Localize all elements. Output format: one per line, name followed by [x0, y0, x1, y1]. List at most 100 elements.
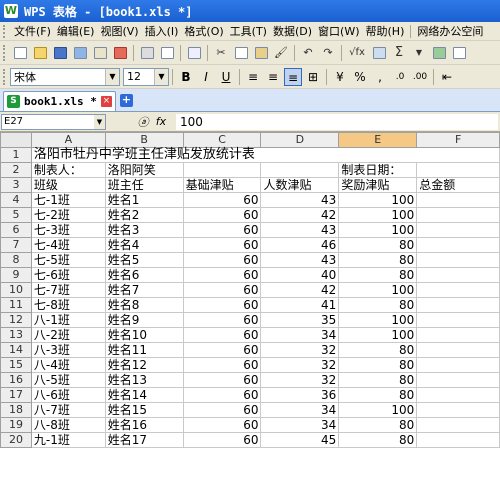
column-header-e[interactable]: E	[338, 132, 418, 148]
total-cell[interactable]	[416, 387, 500, 403]
bonus-allowance-cell[interactable]: 100	[338, 222, 418, 238]
bonus-allowance-cell[interactable]: 80	[338, 267, 418, 283]
headcount-allowance-cell[interactable]: 41	[260, 297, 340, 313]
row-header[interactable]: 17	[0, 387, 32, 403]
teacher-cell[interactable]: 姓名1	[104, 192, 184, 208]
total-cell[interactable]	[416, 297, 500, 313]
row-header[interactable]: 20	[0, 432, 32, 448]
row-header[interactable]: 13	[0, 327, 32, 343]
class-cell[interactable]: 八-6班	[30, 387, 106, 403]
headcount-allowance-cell[interactable]: 32	[260, 342, 340, 358]
maker-name-cell[interactable]: 洛阳阿笑	[104, 162, 184, 178]
bonus-allowance-cell[interactable]: 100	[338, 327, 418, 343]
header-cell-teacher[interactable]: 班主任	[104, 177, 184, 193]
toolbar-grip-icon[interactable]	[3, 68, 7, 85]
row-header[interactable]: 5	[0, 207, 32, 223]
teacher-cell[interactable]: 姓名11	[104, 342, 184, 358]
bonus-allowance-cell[interactable]: 100	[338, 402, 418, 418]
total-cell[interactable]	[416, 342, 500, 358]
class-cell[interactable]: 七-1班	[30, 192, 106, 208]
menu-file[interactable]: 文件(F)	[11, 23, 54, 39]
date-label-cell[interactable]: 制表日期：	[338, 162, 418, 178]
base-allowance-cell[interactable]: 60	[182, 237, 262, 253]
base-allowance-cell[interactable]: 60	[182, 282, 262, 298]
bonus-allowance-cell[interactable]: 80	[338, 357, 418, 373]
headcount-allowance-cell[interactable]: 43	[260, 192, 340, 208]
bonus-allowance-cell[interactable]: 80	[338, 237, 418, 253]
total-cell[interactable]	[416, 402, 500, 418]
copy-icon[interactable]	[232, 44, 250, 62]
row-header[interactable]: 14	[0, 342, 32, 358]
row-header[interactable]: 18	[0, 402, 32, 418]
menu-window[interactable]: 窗口(W)	[315, 23, 362, 39]
header-cell-bonus[interactable]: 奖励津贴	[338, 177, 418, 193]
total-cell[interactable]	[416, 207, 500, 223]
menu-edit[interactable]: 编辑(E)	[54, 23, 98, 39]
base-allowance-cell[interactable]: 60	[182, 252, 262, 268]
bonus-allowance-cell[interactable]: 100	[338, 192, 418, 208]
teacher-cell[interactable]: 姓名7	[104, 282, 184, 298]
cut-icon[interactable]: ✂	[212, 44, 230, 62]
menu-help[interactable]: 帮助(H)	[363, 23, 408, 39]
spell-check-icon[interactable]	[185, 44, 203, 62]
column-header-d[interactable]: D	[260, 132, 340, 148]
header-cell-total[interactable]: 总金额	[416, 177, 500, 193]
print-icon[interactable]	[138, 44, 156, 62]
decrease-indent-icon[interactable]: ⇤	[438, 68, 456, 86]
tab-book1[interactable]: S book1.xls * ×	[3, 91, 116, 111]
total-cell[interactable]	[416, 282, 500, 298]
headcount-allowance-cell[interactable]: 35	[260, 312, 340, 328]
increase-decimal-icon[interactable]: .0	[391, 68, 409, 86]
font-name-select[interactable]: 宋体 ▼	[10, 67, 120, 86]
maker-label-cell[interactable]: 制表人：	[30, 162, 106, 178]
base-allowance-cell[interactable]: 60	[182, 312, 262, 328]
teacher-cell[interactable]: 姓名8	[104, 297, 184, 313]
class-cell[interactable]: 八-8班	[30, 417, 106, 433]
autosum-dropdown-icon[interactable]: ▼	[410, 44, 428, 62]
headcount-allowance-cell[interactable]: 43	[260, 222, 340, 238]
headcount-allowance-cell[interactable]: 32	[260, 357, 340, 373]
align-center-icon[interactable]: ≡	[264, 68, 282, 86]
menu-view[interactable]: 视图(V)	[97, 23, 141, 39]
class-cell[interactable]: 七-7班	[30, 282, 106, 298]
class-cell[interactable]: 七-5班	[30, 252, 106, 268]
search-function-icon[interactable]: ⓐ	[134, 114, 152, 130]
teacher-cell[interactable]: 姓名10	[104, 327, 184, 343]
row-header[interactable]: 1	[0, 147, 32, 163]
headcount-allowance-cell[interactable]: 34	[260, 402, 340, 418]
class-cell[interactable]: 七-2班	[30, 207, 106, 223]
align-right-icon[interactable]: ≡	[284, 67, 302, 86]
teacher-cell[interactable]: 姓名3	[104, 222, 184, 238]
headcount-allowance-cell[interactable]: 34	[260, 327, 340, 343]
class-cell[interactable]: 八-7班	[30, 402, 106, 418]
base-allowance-cell[interactable]: 60	[182, 342, 262, 358]
headcount-allowance-cell[interactable]: 43	[260, 252, 340, 268]
toolbar-grip-icon[interactable]	[3, 44, 7, 61]
sort-icon[interactable]	[370, 44, 388, 62]
total-cell[interactable]	[416, 327, 500, 343]
teacher-cell[interactable]: 姓名14	[104, 387, 184, 403]
headcount-allowance-cell[interactable]: 45	[260, 432, 340, 448]
base-allowance-cell[interactable]: 60	[182, 207, 262, 223]
row-header[interactable]: 3	[0, 177, 32, 193]
class-cell[interactable]: 八-3班	[30, 342, 106, 358]
teacher-cell[interactable]: 姓名4	[104, 237, 184, 253]
select-all-corner[interactable]	[0, 132, 32, 148]
column-header-f[interactable]: F	[416, 132, 500, 148]
insert-function-button[interactable]: fx	[152, 115, 170, 128]
base-allowance-cell[interactable]: 60	[182, 297, 262, 313]
mail-icon[interactable]	[91, 44, 109, 62]
class-cell[interactable]: 七-3班	[30, 222, 106, 238]
total-cell[interactable]	[416, 372, 500, 388]
bonus-allowance-cell[interactable]: 80	[338, 342, 418, 358]
redo-icon[interactable]: ↷	[319, 44, 337, 62]
thousands-separator-button[interactable]: ,	[371, 68, 389, 86]
class-cell[interactable]: 八-1班	[30, 312, 106, 328]
merge-center-icon[interactable]: ⊞	[304, 68, 322, 86]
row-header[interactable]: 16	[0, 372, 32, 388]
class-cell[interactable]: 八-5班	[30, 372, 106, 388]
total-cell[interactable]	[416, 237, 500, 253]
headcount-allowance-cell[interactable]: 42	[260, 207, 340, 223]
bonus-allowance-cell[interactable]: 80	[338, 252, 418, 268]
underline-button[interactable]: U	[217, 68, 235, 86]
